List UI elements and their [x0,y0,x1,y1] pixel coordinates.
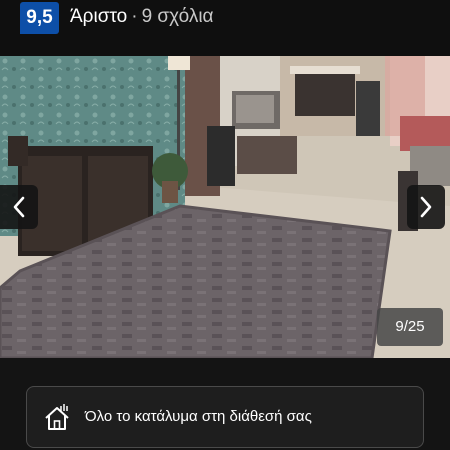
chevron-left-icon [13,196,25,218]
chevron-right-icon [420,196,432,218]
property-header: 9,5 Άριστο · 9 σχόλια [0,0,450,56]
review-score-badge: 9,5 [20,2,59,34]
photo-counter: 9/25 [377,308,443,346]
house-icon [45,404,69,430]
rating-separator: · [131,6,138,27]
entire-property-label: Όλο το κατάλυμα στη διάθεσή σας [85,408,312,425]
reviews-count-link[interactable]: 9 σχόλια [142,6,214,27]
previous-photo-button[interactable] [0,185,38,229]
rating-summary[interactable]: Άριστο · 9 σχόλια [70,5,214,29]
rating-label: Άριστο [70,6,128,27]
entire-property-feature: Όλο το κατάλυμα στη διάθεσή σας [26,386,424,448]
property-features-section: Όλο το κατάλυμα στη διάθεσή σας [0,358,450,450]
next-photo-button[interactable] [407,185,445,229]
